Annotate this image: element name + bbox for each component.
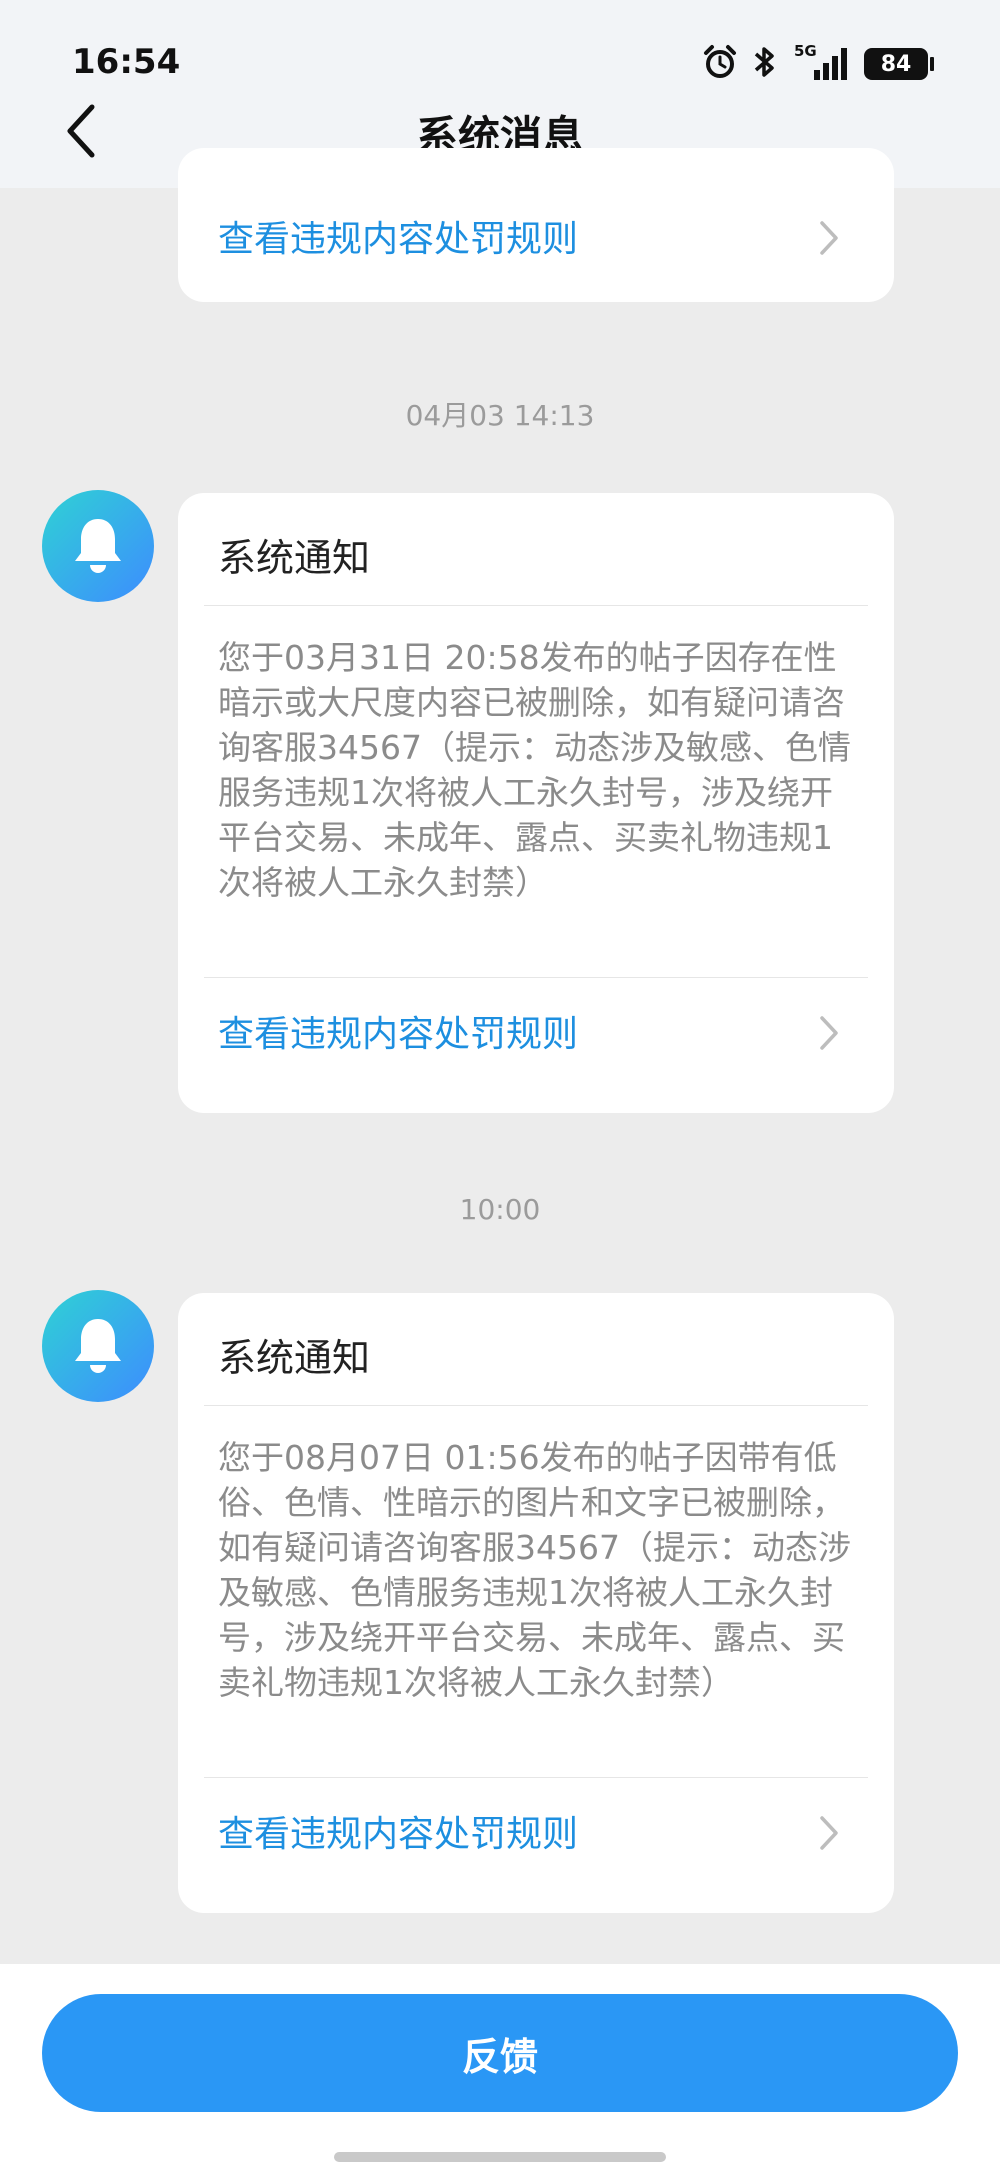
divider [204, 605, 868, 606]
penalty-rules-link[interactable]: 查看违规内容处罚规则 [218, 1005, 578, 1057]
chevron-right-icon [816, 218, 842, 258]
message-title: 系统通知 [218, 1336, 371, 1380]
message-card: 系统通知 您于03月31日 20:58发布的帖子因存在性暗示或大尺度内容已被删除… [178, 493, 894, 1113]
system-avatar [42, 1290, 154, 1402]
penalty-rules-link[interactable]: 查看违规内容处罚规则 [218, 1805, 578, 1857]
status-icons: 5G 84 [702, 42, 934, 86]
page: 16:54 5G 84 系统消息 查看违规内容处罚规则 04月03 14:13 … [0, 0, 1000, 2180]
bell-icon [75, 1319, 121, 1373]
message-body: 您于08月07日 01:56发布的帖子因带有低俗、色情、性暗示的图片和文字已被删… [218, 1438, 851, 1702]
status-time: 16:54 [72, 42, 181, 82]
battery-icon: 84 [864, 48, 934, 80]
message-title: 系统通知 [218, 536, 371, 580]
penalty-rules-link[interactable]: 查看违规内容处罚规则 [218, 210, 578, 262]
message-card-partial: 查看违规内容处罚规则 [178, 148, 894, 302]
home-indicator[interactable] [334, 2152, 666, 2162]
chevron-right-icon [816, 1813, 842, 1853]
feedback-button[interactable]: 反馈 [42, 1994, 958, 2112]
bottom-bar: 反馈 [0, 1964, 1000, 2180]
message-timestamp: 10:00 [459, 1193, 541, 1226]
divider [204, 1777, 868, 1778]
status-bar: 16:54 5G 84 [0, 0, 1000, 82]
bluetooth-icon [752, 44, 778, 84]
message-card: 系统通知 您于08月07日 01:56发布的帖子因带有低俗、色情、性暗示的图片和… [178, 1293, 894, 1913]
battery-level: 84 [880, 51, 912, 77]
bell-icon [75, 519, 121, 573]
message-timestamp: 04月03 14:13 [405, 399, 595, 432]
divider [204, 977, 868, 978]
message-body: 您于03月31日 20:58发布的帖子因存在性暗示或大尺度内容已被删除，如有疑问… [218, 638, 851, 902]
alarm-icon [702, 44, 738, 84]
divider [204, 1405, 868, 1406]
system-avatar [42, 490, 154, 602]
message-list[interactable]: 查看违规内容处罚规则 04月03 14:13 系统通知 您于03月31日 20:… [0, 148, 1000, 1958]
chevron-right-icon [816, 1013, 842, 1053]
signal-icon: 5G [792, 42, 850, 82]
